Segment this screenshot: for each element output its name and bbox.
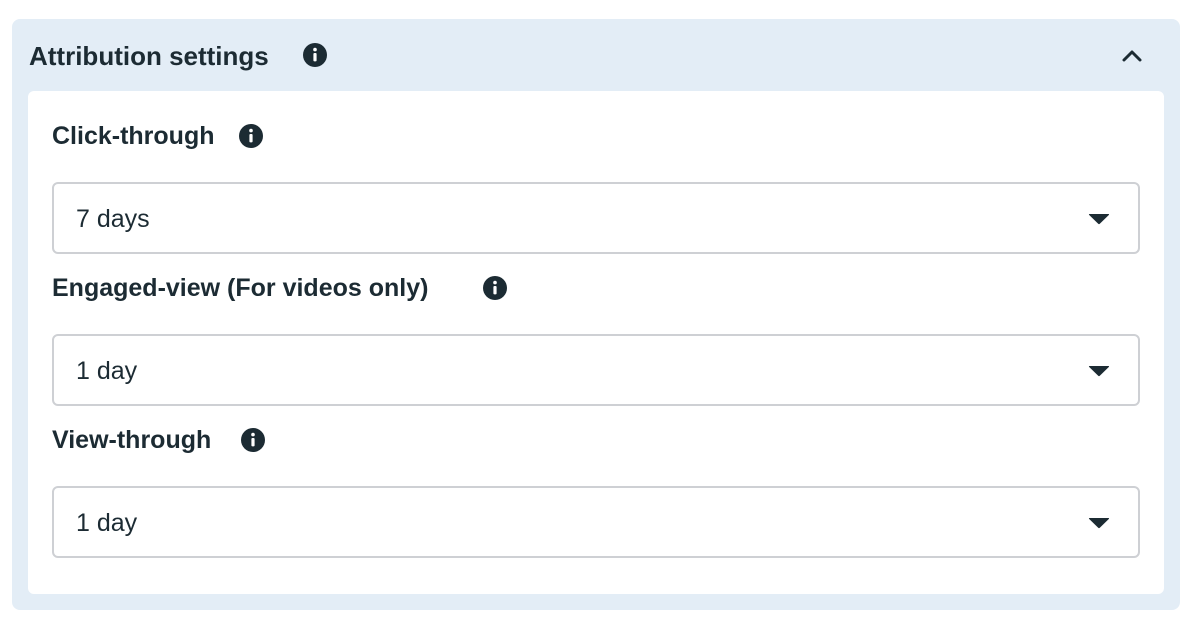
- attribution-settings-panel: Attribution settings Click-through 7 day…: [12, 19, 1180, 610]
- view-through-label: View-through: [52, 426, 212, 454]
- caret-down-icon: [1088, 516, 1110, 530]
- panel-header[interactable]: Attribution settings: [12, 19, 1180, 91]
- caret-down-icon: [1088, 364, 1110, 378]
- click-through-select[interactable]: 7 days: [52, 182, 1140, 254]
- view-through-value: 1 day: [76, 509, 138, 537]
- info-icon[interactable]: [241, 428, 265, 452]
- engaged-view-label: Engaged-view (For videos only): [52, 274, 429, 302]
- info-icon[interactable]: [239, 124, 263, 148]
- view-through-select[interactable]: 1 day: [52, 486, 1140, 558]
- settings-card: Click-through 7 days Engaged-view (For v…: [28, 91, 1164, 594]
- click-through-label: Click-through: [52, 122, 215, 150]
- click-through-value: 7 days: [76, 205, 150, 233]
- info-icon[interactable]: [483, 276, 507, 300]
- panel-title: Attribution settings: [29, 41, 269, 71]
- caret-down-icon: [1088, 212, 1110, 226]
- engaged-view-select[interactable]: 1 day: [52, 334, 1140, 406]
- engaged-view-value: 1 day: [76, 357, 138, 385]
- info-icon[interactable]: [303, 43, 327, 67]
- chevron-up-icon[interactable]: [1116, 39, 1148, 71]
